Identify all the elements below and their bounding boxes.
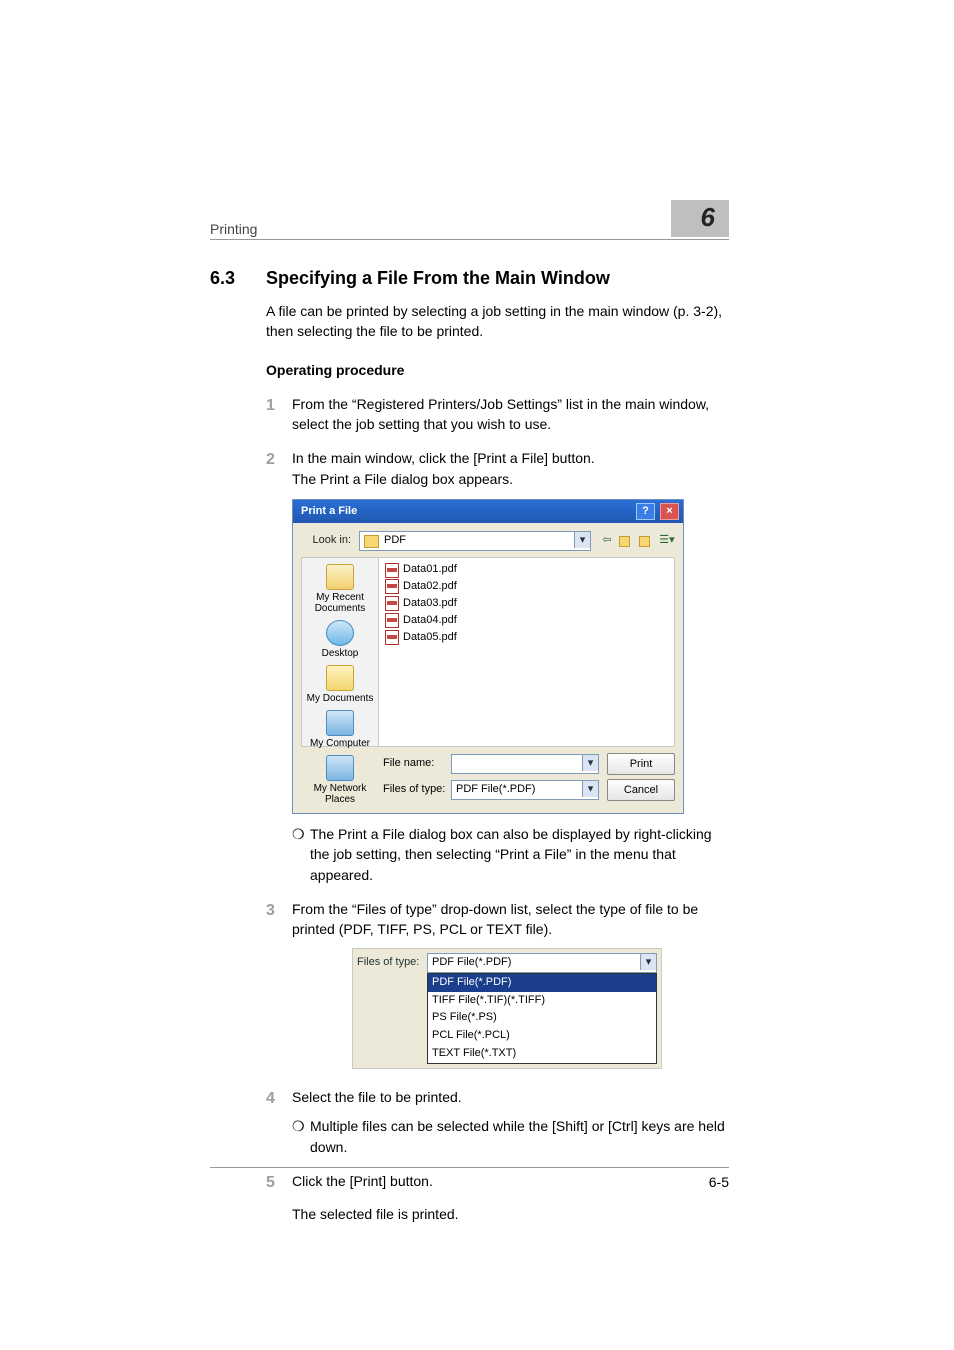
- place-recent[interactable]: My Recent Documents: [302, 564, 378, 614]
- chapter-number: 6: [671, 200, 729, 237]
- step-number: 4: [266, 1087, 292, 1110]
- chevron-down-icon[interactable]: ▾: [574, 532, 590, 548]
- filetype-dropdown[interactable]: PDF File(*.PDF)▾: [451, 780, 599, 800]
- lookin-label: Look in:: [301, 533, 351, 549]
- filename-input[interactable]: ▾: [451, 754, 599, 774]
- pdf-icon: [385, 596, 399, 611]
- file-item[interactable]: Data04.pdf: [385, 613, 668, 629]
- intro-paragraph: A file can be printed by selecting a job…: [266, 301, 729, 342]
- filetype-select[interactable]: PDF File(*.PDF) ▾: [427, 953, 657, 973]
- operating-procedure-heading: Operating procedure: [266, 360, 729, 380]
- filename-label: File name:: [383, 756, 451, 772]
- page-number: 6-5: [709, 1174, 729, 1190]
- page-footer: 6-5: [210, 1167, 729, 1190]
- filetype-option[interactable]: PS File(*.PS): [428, 1009, 656, 1027]
- file-item[interactable]: Data01.pdf: [385, 562, 668, 578]
- file-list[interactable]: Data01.pdf Data02.pdf Data03.pdf Data04.…: [379, 557, 675, 747]
- filetype-label: Files of type:: [357, 955, 427, 971]
- step-2-line1: In the main window, click the [Print a F…: [292, 450, 595, 466]
- print-a-file-dialog: Print a File ? × Look in: PDF ▾: [292, 499, 684, 814]
- file-item[interactable]: Data02.pdf: [385, 579, 668, 595]
- pdf-icon: [385, 563, 399, 578]
- file-item[interactable]: Data03.pdf: [385, 596, 668, 612]
- step-5-result: The selected file is printed.: [292, 1204, 729, 1224]
- print-button[interactable]: Print: [607, 753, 675, 775]
- back-icon[interactable]: ⇦: [599, 533, 615, 549]
- bullet-icon: ❍: [292, 1116, 310, 1157]
- chevron-down-icon[interactable]: ▾: [582, 755, 598, 771]
- cancel-button[interactable]: Cancel: [607, 779, 675, 801]
- place-mydocs[interactable]: My Documents: [307, 665, 374, 704]
- filetype-options-list[interactable]: PDF File(*.PDF) TIFF File(*.TIF)(*.TIFF)…: [427, 973, 657, 1065]
- page-header: Printing 6: [210, 200, 729, 240]
- step-text: Select the file to be printed.: [292, 1087, 462, 1110]
- step-2-note: ❍ The Print a File dialog box can also b…: [292, 824, 729, 885]
- step-text: In the main window, click the [Print a F…: [292, 448, 595, 489]
- dialog-title: Print a File: [301, 504, 357, 520]
- filetype-label: Files of type:: [383, 782, 451, 798]
- filetype-option[interactable]: PDF File(*.PDF): [428, 974, 656, 992]
- step-number: 3: [266, 899, 292, 940]
- help-icon[interactable]: ?: [636, 503, 655, 520]
- filetype-dropdown-expanded: Files of type: PDF File(*.PDF) ▾ PDF Fil…: [352, 948, 662, 1070]
- filetype-option[interactable]: PCL File(*.PCL): [428, 1027, 656, 1045]
- new-folder-icon[interactable]: [639, 533, 655, 549]
- chevron-down-icon[interactable]: ▾: [640, 954, 656, 970]
- up-folder-icon[interactable]: [619, 533, 635, 549]
- step-4: 4 Select the file to be printed.: [266, 1087, 729, 1110]
- step-number: 1: [266, 394, 292, 435]
- step-1: 1 From the “Registered Printers/Job Sett…: [266, 394, 729, 435]
- place-desktop[interactable]: Desktop: [322, 620, 359, 659]
- filetype-option[interactable]: TIFF File(*.TIF)(*.TIFF): [428, 992, 656, 1010]
- close-icon[interactable]: ×: [660, 503, 679, 520]
- place-network[interactable]: My Network Places: [302, 755, 378, 805]
- folder-icon: [364, 535, 379, 548]
- pdf-icon: [385, 579, 399, 594]
- chevron-down-icon[interactable]: ▾: [582, 781, 598, 797]
- section-heading: 6.3 Specifying a File From the Main Wind…: [210, 268, 729, 289]
- section-title: Specifying a File From the Main Window: [266, 268, 610, 289]
- pdf-icon: [385, 630, 399, 645]
- views-icon[interactable]: ☰▾: [659, 533, 675, 549]
- place-mycomputer[interactable]: My Computer: [310, 710, 370, 749]
- lookin-dropdown[interactable]: PDF ▾: [359, 531, 591, 551]
- running-head: Printing: [210, 221, 257, 237]
- step-2-line2: The Print a File dialog box appears.: [292, 471, 513, 487]
- places-bar: My Recent Documents Desktop My Documents…: [301, 557, 379, 747]
- file-item[interactable]: Data05.pdf: [385, 630, 668, 646]
- step-text: From the “Registered Printers/Job Settin…: [292, 394, 729, 435]
- step-4-note: ❍ Multiple files can be selected while t…: [292, 1116, 729, 1157]
- step-number: 2: [266, 448, 292, 489]
- step-3: 3 From the “Files of type” drop-down lis…: [266, 899, 729, 940]
- step-2: 2 In the main window, click the [Print a…: [266, 448, 729, 489]
- step-text: From the “Files of type” drop-down list,…: [292, 899, 729, 940]
- lookin-value: PDF: [384, 533, 406, 549]
- section-number: 6.3: [210, 268, 266, 289]
- pdf-icon: [385, 613, 399, 628]
- filetype-option[interactable]: TEXT File(*.TXT): [428, 1045, 656, 1063]
- bullet-icon: ❍: [292, 824, 310, 885]
